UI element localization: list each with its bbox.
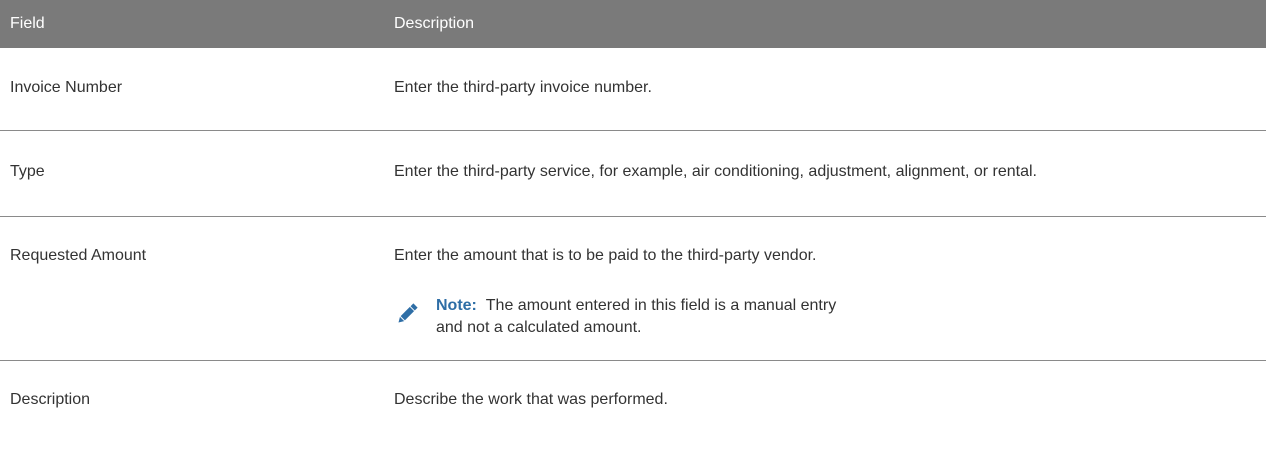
field-cell: Description (10, 391, 91, 408)
description-cell: Enter the third-party invoice number. (394, 79, 652, 96)
note-body: The amount entered in this field is a ma… (436, 297, 837, 336)
field-cell: Requested Amount (10, 247, 147, 264)
pencil-icon (398, 303, 418, 323)
field-cell: Invoice Number (10, 79, 123, 96)
table-row: Description Describe the work that was p… (0, 361, 1266, 421)
table-header: Field Description (0, 0, 1266, 48)
note-label: Note: (436, 297, 477, 314)
header-field: Field (10, 15, 45, 32)
description-cell: Enter the third-party service, for examp… (394, 163, 1037, 180)
header-description: Description (394, 15, 475, 32)
table-row: Invoice Number Enter the third-party inv… (0, 48, 1266, 131)
note-text: Note: The amount entered in this field i… (436, 295, 856, 339)
field-cell: Type (10, 163, 45, 180)
table-row: Requested Amount Enter the amount that i… (0, 217, 1266, 361)
field-description-table: Field Description Invoice Number Enter t… (0, 0, 1266, 421)
description-cell: Enter the amount that is to be paid to t… (394, 247, 817, 264)
table-row: Type Enter the third-party service, for … (0, 131, 1266, 217)
description-cell: Describe the work that was performed. (394, 391, 668, 408)
